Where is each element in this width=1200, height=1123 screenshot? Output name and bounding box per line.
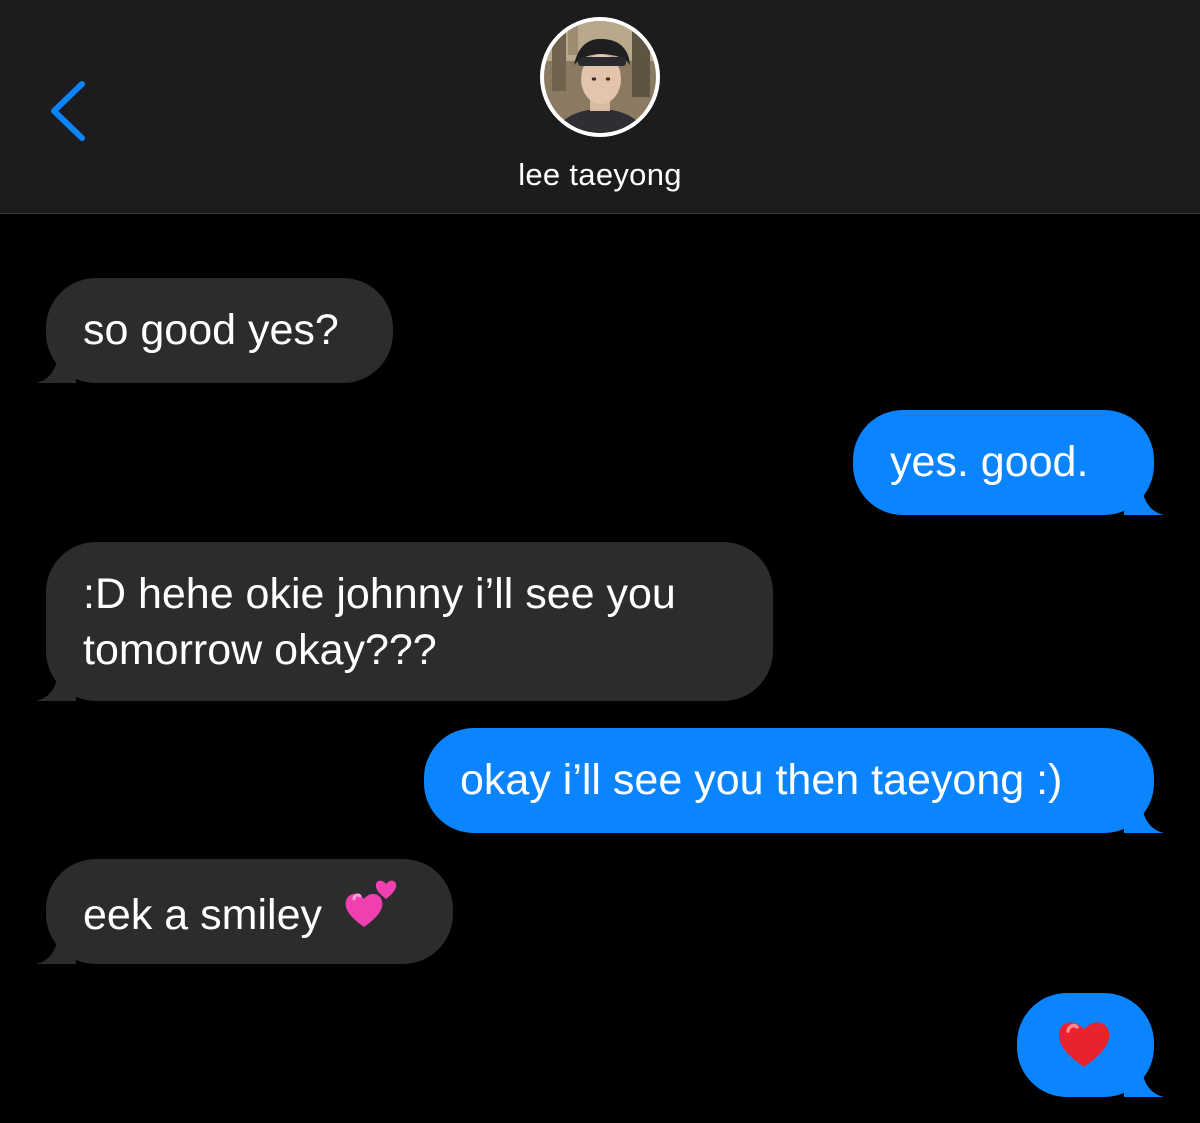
message-text: eek a smiley: [83, 891, 322, 940]
message-text: yes. good.: [890, 438, 1089, 486]
bubble-tail: [36, 675, 76, 701]
bubble-tail: [36, 357, 76, 383]
conversation-header: lee taeyong: [0, 0, 1200, 214]
incoming-message[interactable]: :D hehe okie johnny i’ll see you tomorro…: [36, 542, 773, 701]
two-hearts-emoji: [344, 877, 400, 947]
chevron-left-icon: [51, 81, 85, 141]
bubble-tail: [1124, 1071, 1164, 1097]
bubble-tail: [1124, 807, 1164, 833]
outgoing-message[interactable]: yes. good.: [853, 410, 1164, 515]
bubble-tail: [1124, 489, 1164, 515]
messages-screen: lee taeyong so good yes? yes. good. :D h…: [0, 0, 1200, 1123]
incoming-message[interactable]: so good yes?: [36, 278, 393, 383]
outgoing-message[interactable]: okay i’ll see you then taeyong :): [424, 728, 1164, 833]
back-button[interactable]: [40, 74, 100, 148]
incoming-message[interactable]: eek a smiley: [36, 859, 453, 964]
message-line: :D hehe okie johnny i’ll see you: [83, 570, 676, 618]
red-heart-emoji: [1056, 1015, 1112, 1085]
contact-avatar[interactable]: [540, 17, 660, 137]
message-text: okay i’ll see you then taeyong :): [460, 756, 1063, 804]
bubble-tail: [36, 938, 76, 964]
message-line: tomorrow okay???: [83, 626, 437, 674]
outgoing-message[interactable]: [1017, 993, 1164, 1097]
contact-name[interactable]: lee taeyong: [0, 157, 1200, 193]
contact-photo: [544, 21, 656, 133]
message-text: so good yes?: [83, 306, 339, 354]
